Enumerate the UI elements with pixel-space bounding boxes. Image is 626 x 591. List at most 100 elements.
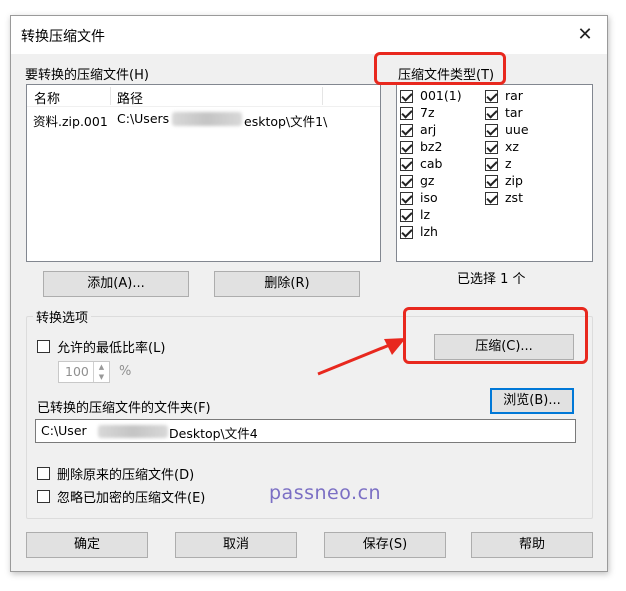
type-item[interactable]: lz: [400, 207, 480, 224]
type-checkbox[interactable]: [400, 192, 413, 205]
close-icon[interactable]: ✕: [563, 16, 607, 54]
highlight-box-compress-button: [403, 307, 588, 364]
help-button-label: 帮助: [518, 537, 545, 552]
type-item[interactable]: 001(1): [400, 88, 480, 105]
spin-down-icon[interactable]: ▼: [94, 372, 109, 382]
annotation-arrow-icon: [317, 338, 406, 376]
type-checkbox[interactable]: [485, 124, 498, 137]
ok-button[interactable]: 确定: [26, 532, 148, 558]
column-separator: [322, 87, 323, 105]
type-label: bz2: [420, 139, 443, 154]
delete-original-checkbox[interactable]: [37, 467, 50, 480]
help-button[interactable]: 帮助: [471, 532, 593, 558]
folder-path-start: C:\User: [41, 423, 87, 438]
type-checkbox[interactable]: [400, 158, 413, 171]
ratio-unit: %: [119, 364, 132, 379]
column-header-path[interactable]: 路径: [117, 88, 143, 107]
type-checkbox[interactable]: [400, 226, 413, 239]
type-item[interactable]: bz2: [400, 139, 480, 156]
min-ratio-label[interactable]: 允许的最低比率(L): [57, 337, 165, 356]
type-checkbox[interactable]: [485, 90, 498, 103]
add-button-label: 添加(A)...: [87, 276, 145, 291]
type-label: iso: [420, 190, 438, 205]
output-folder-label: 已转换的压缩文件的文件夹(F): [37, 401, 211, 416]
type-item[interactable]: zst: [485, 190, 565, 207]
delete-original-label[interactable]: 删除原来的压缩文件(D): [57, 464, 194, 483]
type-checkbox[interactable]: [485, 158, 498, 171]
ratio-value: 100: [65, 364, 89, 379]
type-checkbox[interactable]: [400, 124, 413, 137]
skip-encrypted-label[interactable]: 忽略已加密的压缩文件(E): [57, 487, 205, 506]
column-header-name[interactable]: 名称: [34, 88, 60, 107]
type-label: rar: [505, 88, 523, 103]
type-item[interactable]: zip: [485, 173, 565, 190]
add-button[interactable]: 添加(A)...: [43, 271, 189, 297]
archive-path-start: C:\Users: [117, 111, 170, 126]
cancel-button-label: 取消: [222, 537, 249, 552]
output-folder-input[interactable]: C:\User Desktop\文件4: [35, 419, 576, 443]
redacted-blur: [172, 112, 242, 126]
type-checkbox[interactable]: [400, 141, 413, 154]
type-item[interactable]: 7z: [400, 105, 480, 122]
type-item[interactable]: gz: [400, 173, 480, 190]
delete-button-label: 删除(R): [264, 276, 310, 291]
type-item[interactable]: arj: [400, 122, 480, 139]
browse-button[interactable]: 浏览(B)...: [490, 388, 574, 414]
type-checkbox[interactable]: [400, 107, 413, 120]
type-checkbox[interactable]: [485, 107, 498, 120]
type-label: lz: [420, 207, 431, 222]
type-checkbox[interactable]: [485, 192, 498, 205]
title-bar: 转换压缩文件 ✕: [11, 16, 607, 54]
window-title: 转换压缩文件: [21, 29, 105, 45]
convert-archives-dialog: 转换压缩文件 ✕ 要转换的压缩文件(H) 名称 路径 资料.zip.001 C:…: [10, 15, 608, 572]
type-label: gz: [420, 173, 435, 188]
table-row[interactable]: 资料.zip.001 C:\Users esktop\文件1\: [27, 110, 380, 129]
type-label: z: [505, 156, 512, 171]
type-label: uue: [505, 122, 529, 137]
ratio-spinner[interactable]: 100 ▲ ▼: [58, 361, 110, 383]
type-label: 001(1): [420, 88, 462, 103]
browse-button-label: 浏览(B)...: [503, 393, 561, 408]
column-separator: [110, 87, 111, 105]
type-label: zst: [505, 190, 523, 205]
archives-list-header: 名称 路径: [27, 85, 380, 107]
delete-button[interactable]: 删除(R): [214, 271, 360, 297]
type-checkbox[interactable]: [485, 175, 498, 188]
type-item[interactable]: xz: [485, 139, 565, 156]
type-label: zip: [505, 173, 523, 188]
type-item[interactable]: uue: [485, 122, 565, 139]
archives-label: 要转换的压缩文件(H): [25, 68, 149, 83]
min-ratio-checkbox[interactable]: [37, 340, 50, 353]
type-item[interactable]: rar: [485, 88, 565, 105]
type-label: lzh: [420, 224, 438, 239]
type-item[interactable]: lzh: [400, 224, 480, 241]
archive-name: 资料.zip.001: [33, 114, 108, 129]
skip-encrypted-checkbox[interactable]: [37, 490, 50, 503]
highlight-box-types-label: [374, 52, 506, 85]
types-list[interactable]: 001(1) 7z arj bz2 cab gz iso lz lzh rar tar uue xz z…: [396, 84, 593, 262]
spin-up-icon[interactable]: ▲: [94, 362, 109, 372]
type-label: xz: [505, 139, 519, 154]
save-button[interactable]: 保存(S): [324, 532, 446, 558]
type-item[interactable]: tar: [485, 105, 565, 122]
archives-list[interactable]: 名称 路径 资料.zip.001 C:\Users esktop\文件1\: [26, 84, 381, 262]
options-group-label: 转换选项: [33, 307, 92, 326]
arrow-shaft: [317, 342, 393, 376]
type-checkbox[interactable]: [400, 209, 413, 222]
type-item[interactable]: cab: [400, 156, 480, 173]
selected-count: 已选择 1 个: [457, 272, 526, 287]
save-button-label: 保存(S): [362, 537, 408, 552]
cancel-button[interactable]: 取消: [175, 532, 297, 558]
watermark-text: passneo.cn: [269, 482, 382, 504]
archive-path-end: esktop\文件1\: [244, 114, 328, 129]
folder-path-end: Desktop\文件4: [169, 426, 258, 441]
type-label: tar: [505, 105, 523, 120]
type-checkbox[interactable]: [400, 90, 413, 103]
spinner-arrows[interactable]: ▲ ▼: [93, 362, 109, 382]
type-label: cab: [420, 156, 443, 171]
type-item[interactable]: z: [485, 156, 565, 173]
type-item[interactable]: iso: [400, 190, 480, 207]
type-label: arj: [420, 122, 437, 137]
type-checkbox[interactable]: [485, 141, 498, 154]
type-checkbox[interactable]: [400, 175, 413, 188]
